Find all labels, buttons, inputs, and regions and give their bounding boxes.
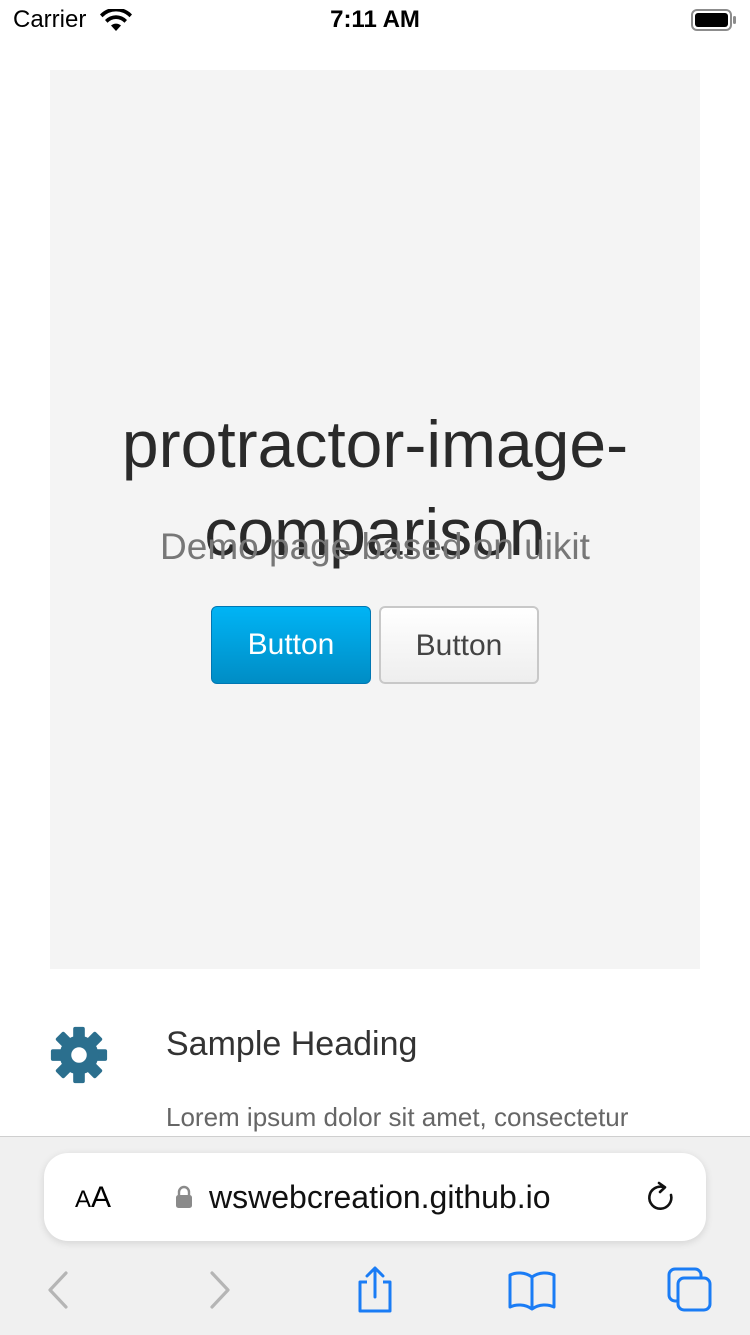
- clock: 7:11 AM: [330, 6, 420, 33]
- primary-button[interactable]: Button: [211, 606, 371, 684]
- safari-toolbar: AA wswebcreation.github.io: [0, 1136, 750, 1335]
- reload-icon[interactable]: [646, 1181, 678, 1215]
- tabs-icon[interactable]: [665, 1265, 715, 1315]
- lock-icon: [176, 1185, 192, 1208]
- battery-icon: [691, 9, 736, 31]
- default-button[interactable]: Button: [379, 606, 539, 684]
- sample-heading: Sample Heading: [166, 1025, 418, 1063]
- gear-icon: [50, 1026, 108, 1084]
- status-bar: Carrier 7:11 AM: [0, 0, 750, 42]
- text-size-small-a: A: [75, 1186, 92, 1213]
- sample-body-text: Lorem ipsum dolor sit amet, consectetur: [166, 1102, 629, 1132]
- share-icon[interactable]: [350, 1265, 400, 1315]
- page-title-line-1: protractor-image-: [121, 407, 629, 481]
- bookmarks-icon[interactable]: [507, 1265, 557, 1315]
- back-icon[interactable]: [33, 1265, 83, 1315]
- text-size-big-a: A: [91, 1181, 112, 1214]
- forward-icon[interactable]: [195, 1265, 245, 1315]
- url-text: wswebcreation.github.io: [209, 1179, 551, 1215]
- address-bar[interactable]: AA wswebcreation.github.io: [44, 1153, 706, 1241]
- hero-section: protractor-image- comparison Demo page b…: [50, 70, 700, 969]
- page-subtitle: Demo page based on uikit: [160, 526, 590, 567]
- text-size-button[interactable]: AA: [75, 1181, 111, 1215]
